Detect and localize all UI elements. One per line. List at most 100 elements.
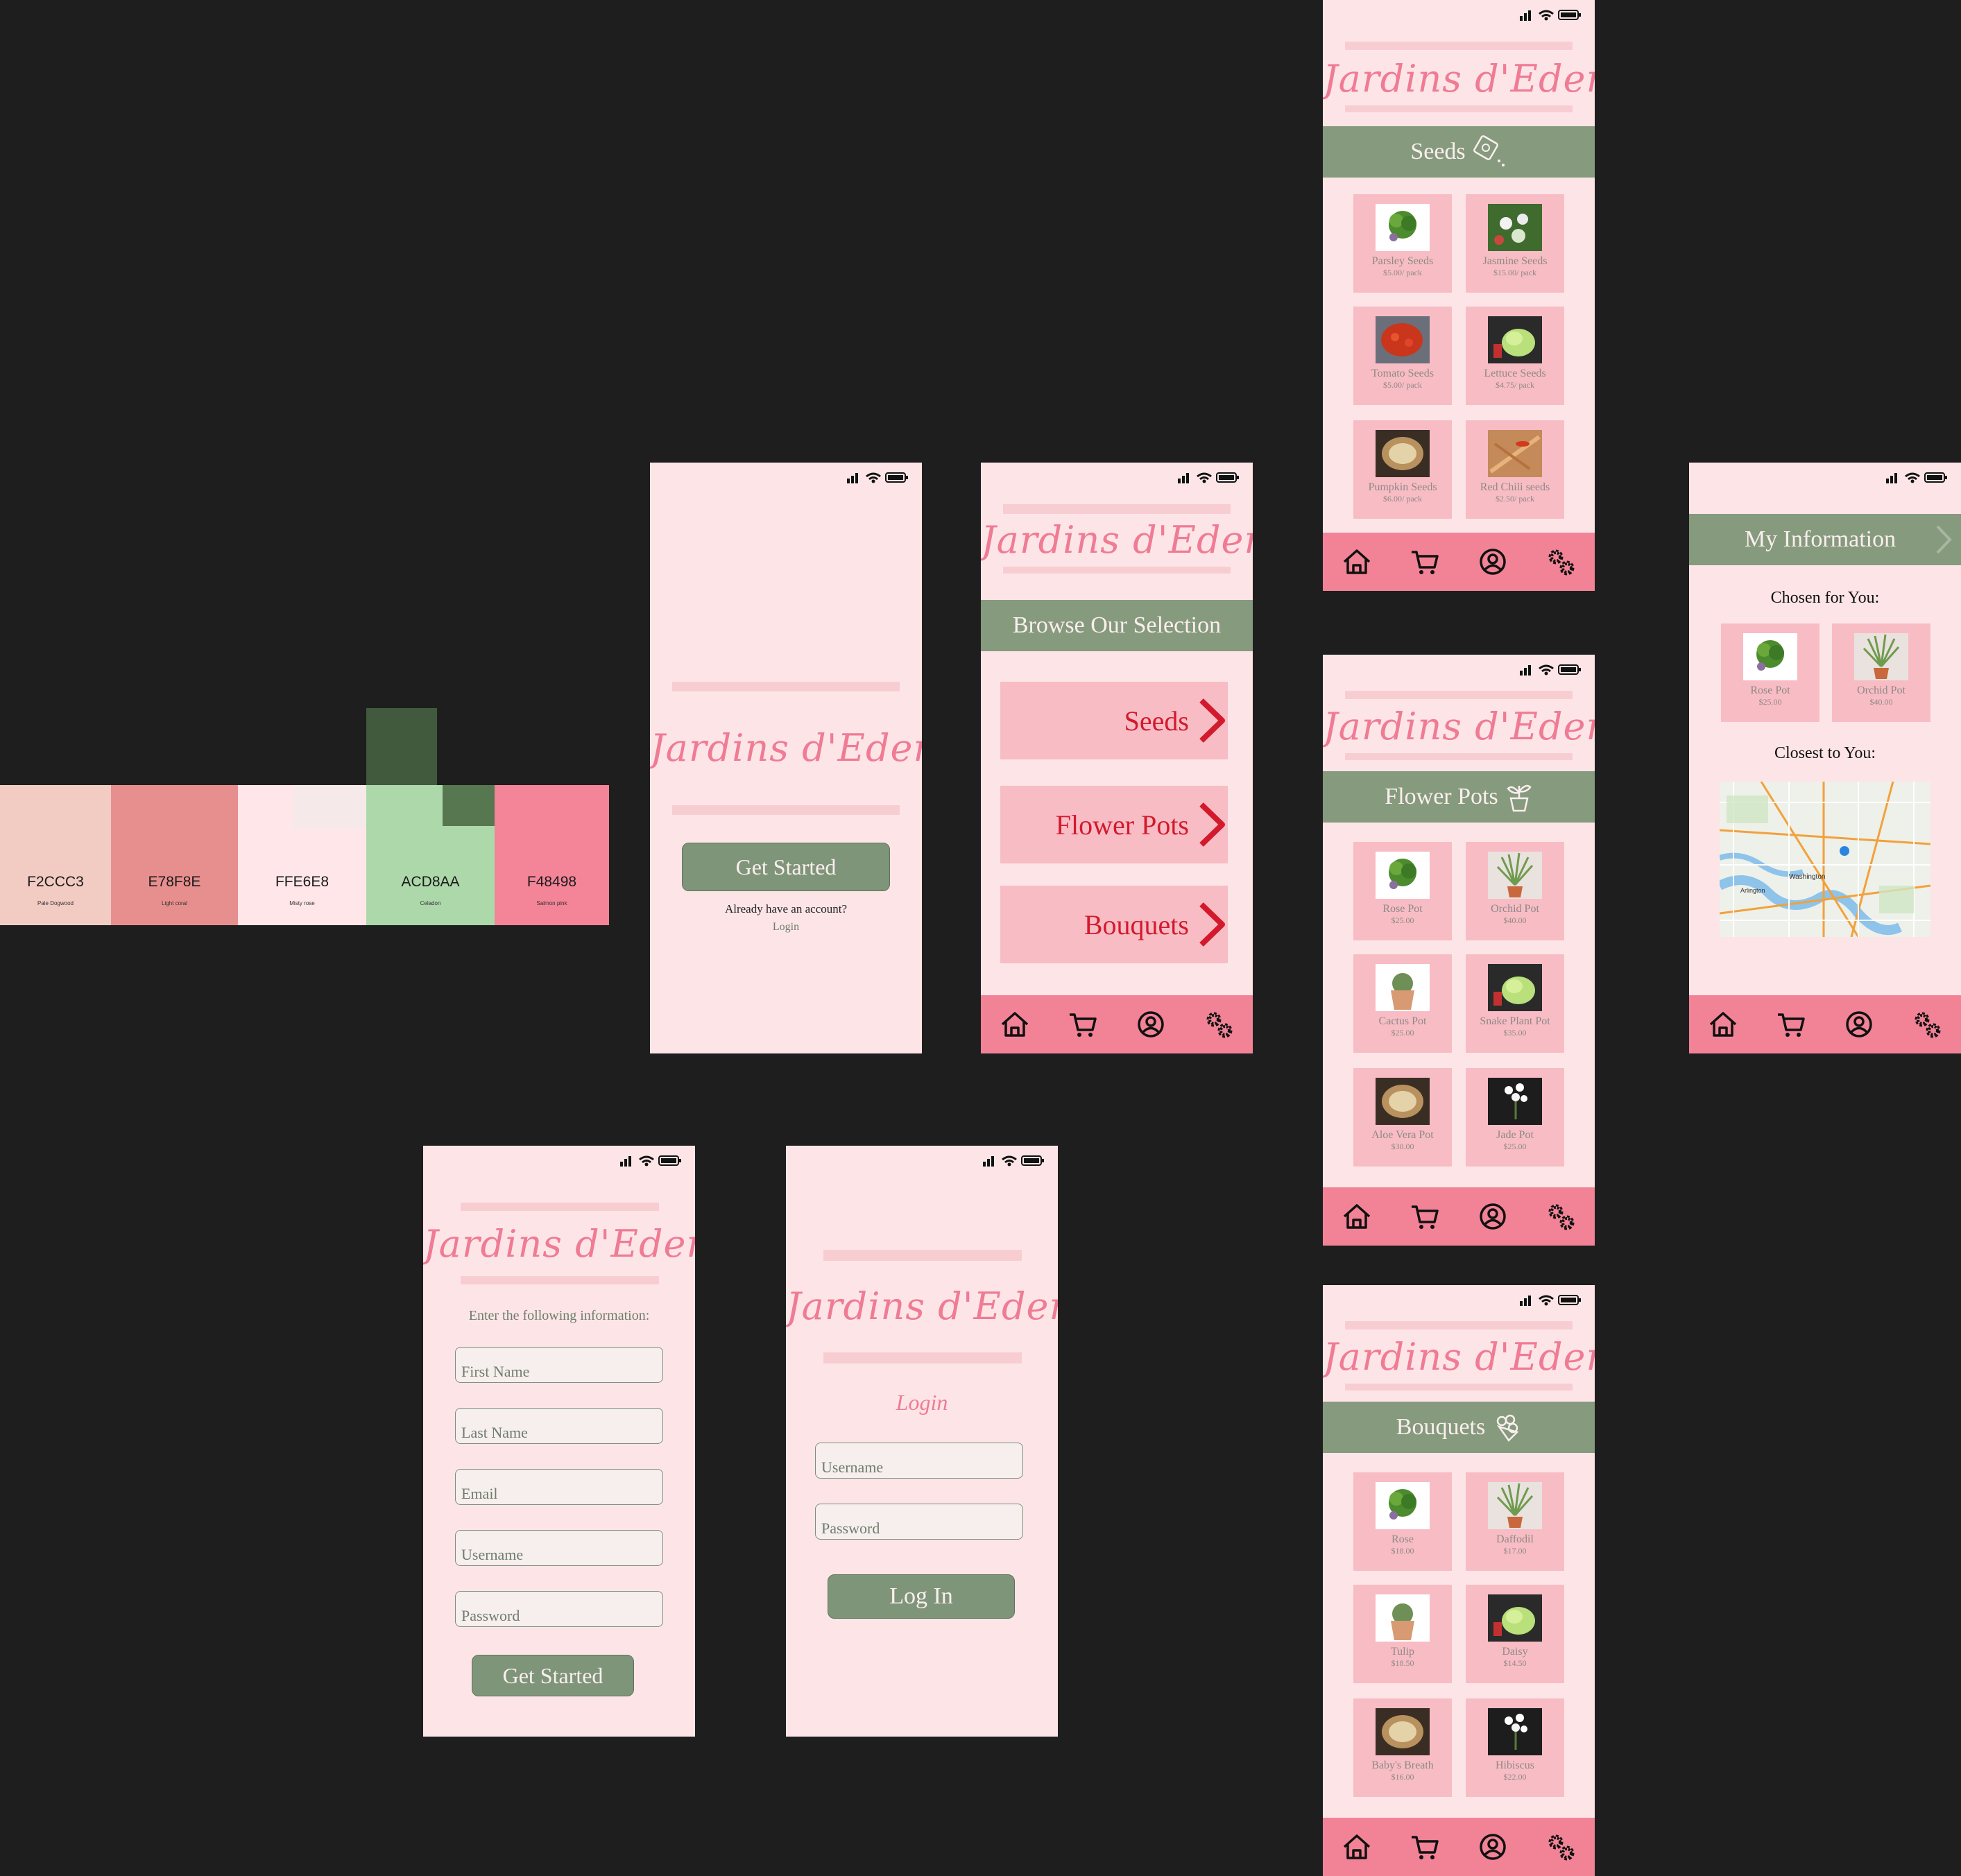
seeds-title: Seeds [1410, 139, 1466, 164]
settings-icon[interactable] [1545, 1832, 1576, 1862]
chevron-right-icon [1936, 525, 1952, 554]
divider [823, 1250, 1022, 1261]
home-icon[interactable] [1342, 547, 1372, 577]
home-icon[interactable] [1342, 1832, 1372, 1862]
welcome-screen: Jardins d'Eden Get Started Already have … [650, 463, 922, 1053]
signup-screen: Jardins d'Eden Enter the following infor… [423, 1146, 695, 1737]
username-field[interactable]: Username [815, 1443, 1023, 1479]
cart-icon[interactable] [1410, 1201, 1440, 1232]
swatch-name: Misty rose [289, 900, 315, 906]
bottom-nav [1689, 995, 1961, 1053]
swatch-light-coral: E78F8E Light coral [111, 785, 238, 925]
product-card[interactable]: Tomato Seeds $5.00/ pack [1353, 307, 1452, 405]
category-label: Bouquets [1084, 909, 1189, 940]
swatch-code: F2CCC3 [27, 874, 84, 890]
settings-icon[interactable] [1545, 1201, 1576, 1232]
product-name: Cactus Pot [1378, 1015, 1427, 1027]
product-name: Jasmine Seeds [1482, 255, 1548, 267]
product-price: $25.00 [1391, 915, 1414, 925]
status-bar [847, 471, 909, 483]
category-flower-pots[interactable]: Flower Pots [1000, 786, 1228, 863]
log-in-button[interactable]: Log In [828, 1574, 1015, 1619]
product-card[interactable]: Tulip $18.50 [1353, 1585, 1452, 1683]
profile-icon[interactable] [1844, 1009, 1874, 1040]
chevron-right-icon [1196, 900, 1228, 949]
product-price: $40.00 [1869, 697, 1893, 707]
settings-icon[interactable] [1545, 547, 1576, 577]
product-card[interactable]: Parsley Seeds $5.00/ pack [1353, 194, 1452, 293]
potted-plant-icon [1507, 784, 1532, 812]
product-card[interactable]: Daisy $14.50 [1466, 1585, 1564, 1683]
product-card[interactable]: Rose $18.00 [1353, 1472, 1452, 1571]
bouquet-icon [1496, 1414, 1519, 1442]
my-information-header[interactable]: My Information [1689, 514, 1961, 565]
product-image [1488, 430, 1542, 477]
product-card[interactable]: Daffodil $17.00 [1466, 1472, 1564, 1571]
product-card[interactable]: Pumpkin Seeds $6.00/ pack [1353, 420, 1452, 519]
email-field[interactable]: Email [455, 1469, 663, 1505]
product-card[interactable]: Baby's Breath $16.00 [1353, 1698, 1452, 1797]
cart-icon[interactable] [1410, 547, 1440, 577]
home-icon[interactable] [1000, 1009, 1030, 1040]
product-card[interactable]: Jasmine Seeds $15.00/ pack [1466, 194, 1564, 293]
brand-logo: Jardins d'Eden [1323, 1335, 1595, 1379]
settings-icon[interactable] [1912, 1009, 1942, 1040]
product-image [1488, 1482, 1542, 1529]
product-card[interactable]: Cactus Pot $25.00 [1353, 954, 1452, 1053]
product-name: Pumpkin Seeds [1368, 481, 1437, 493]
cart-icon[interactable] [1410, 1832, 1440, 1862]
placeholder: Password [461, 1607, 520, 1624]
profile-icon[interactable] [1478, 1832, 1508, 1862]
profile-icon[interactable] [1478, 547, 1508, 577]
product-card[interactable]: Snake Plant Pot $35.00 [1466, 954, 1564, 1053]
product-card[interactable]: Lettuce Seeds $4.75/ pack [1466, 307, 1564, 405]
password-field[interactable]: Password [455, 1591, 663, 1627]
divider [1345, 753, 1573, 760]
product-card[interactable]: Rose Pot $25.00 [1353, 842, 1452, 940]
signup-prompt: Enter the following information: [468, 1308, 650, 1323]
product-image [1376, 430, 1430, 477]
product-image [1488, 1708, 1542, 1755]
product-name: Red Chili seeds [1480, 481, 1550, 493]
get-started-button[interactable]: Get Started [682, 843, 890, 891]
category-bouquets[interactable]: Bouquets [1000, 886, 1228, 963]
username-field[interactable]: Username [455, 1530, 663, 1566]
cart-icon[interactable] [1776, 1009, 1806, 1040]
brand-logo: Jardins d'Eden [1323, 705, 1595, 748]
login-link[interactable]: Login [650, 921, 922, 933]
divider [461, 1203, 659, 1211]
map-label: Arlington [1740, 887, 1765, 894]
cart-icon[interactable] [1068, 1009, 1098, 1040]
settings-icon[interactable] [1204, 1009, 1234, 1040]
chosen-for-you-label: Chosen for You: [1770, 589, 1880, 607]
product-card[interactable]: Aloe Vera Pot $30.00 [1353, 1068, 1452, 1167]
product-price: $14.50 [1503, 1658, 1527, 1668]
product-card[interactable]: Rose Pot $25.00 [1721, 623, 1819, 722]
home-icon[interactable] [1708, 1009, 1738, 1040]
product-card[interactable]: Jade Pot $25.00 [1466, 1068, 1564, 1167]
divider [1003, 567, 1231, 574]
swatch-pale-dogwood: F2CCC3 Pale Dogwood [0, 785, 111, 925]
divider [672, 682, 900, 691]
get-started-button[interactable]: Get Started [472, 1655, 634, 1696]
home-icon[interactable] [1342, 1201, 1372, 1232]
category-seeds[interactable]: Seeds [1000, 682, 1228, 759]
divider [1345, 105, 1573, 112]
product-card[interactable]: Orchid Pot $40.00 [1832, 623, 1930, 722]
first-name-field[interactable]: First Name [455, 1347, 663, 1383]
product-card[interactable]: Red Chili seeds $2.50/ pack [1466, 420, 1564, 519]
location-pin-icon[interactable] [1840, 846, 1849, 856]
password-field[interactable]: Password [815, 1504, 1023, 1540]
store-map[interactable]: Washington Arlington [1720, 782, 1930, 937]
profile-icon[interactable] [1478, 1201, 1508, 1232]
product-card[interactable]: Orchid Pot $40.00 [1466, 842, 1564, 940]
product-card[interactable]: Hibiscus $22.00 [1466, 1698, 1564, 1797]
product-image [1376, 1708, 1430, 1755]
product-image [1376, 1594, 1430, 1642]
chevron-right-icon [1196, 800, 1228, 849]
product-name: Rose Pot [1382, 903, 1423, 915]
last-name-field[interactable]: Last Name [455, 1408, 663, 1444]
profile-icon[interactable] [1136, 1009, 1166, 1040]
brand-logo: Jardins d'Eden [786, 1284, 1058, 1328]
product-price: $16.00 [1391, 1772, 1414, 1782]
